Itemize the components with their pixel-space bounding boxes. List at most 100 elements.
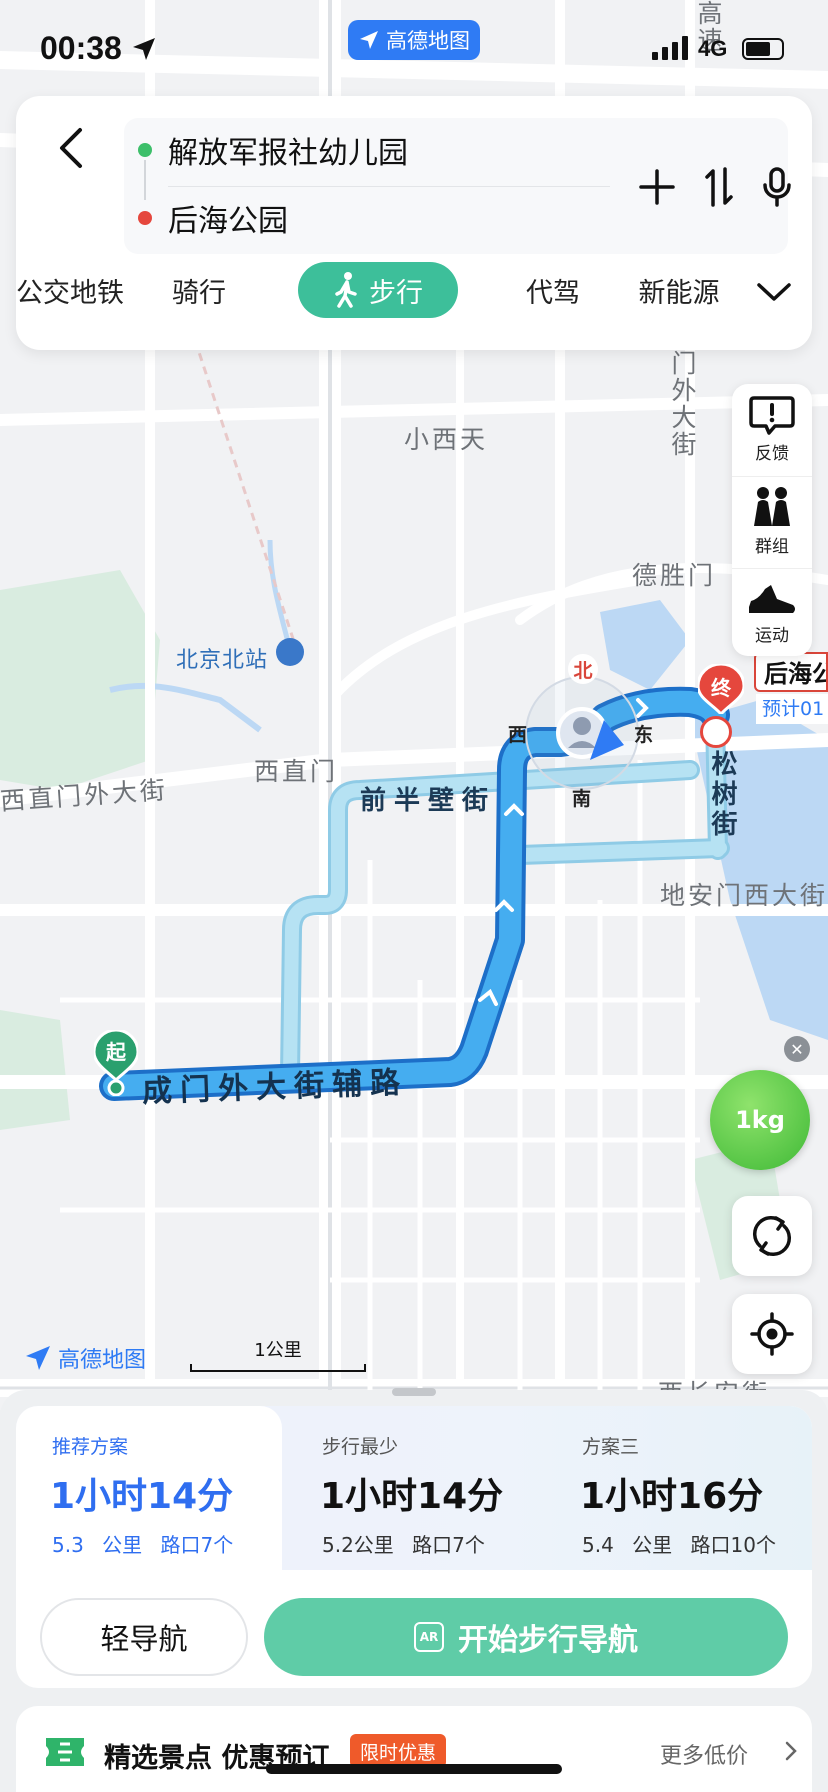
plan-duration: 1小时14分 [320, 1476, 504, 1517]
end-marker[interactable]: 终 [696, 662, 746, 717]
map-logo-text: 高德地图 [58, 1348, 147, 1373]
end-dot-icon [138, 211, 152, 225]
compass-south: 南 [572, 788, 592, 810]
road-label-qianbanbi: 前半壁街 [360, 786, 497, 816]
tab-cycling-label: 骑行 [172, 277, 226, 309]
carbon-value: 1kg [735, 1106, 785, 1134]
voice-input-button[interactable] [752, 162, 802, 212]
plan-distance: 5.4 公里 [582, 1533, 673, 1557]
map-label-deshengmenwai: 门外大街 [668, 350, 697, 458]
signal-icon [652, 36, 688, 60]
chevron-down-icon [757, 283, 791, 301]
group-button[interactable]: 群组 [732, 476, 812, 566]
swap-arrows-icon [705, 167, 733, 207]
plan-name: 推荐方案 [52, 1436, 129, 1458]
group-icon [754, 487, 790, 526]
status-bar: 00:38 高德地图 4G [0, 0, 828, 96]
plan-name: 步行最少 [322, 1436, 399, 1458]
promo-card[interactable]: 精选景点 优惠预订 限时优惠 更多低价 [16, 1706, 812, 1792]
start-marker-label: 起 [106, 1040, 126, 1064]
map-label-xizhimen: 西直门 [254, 757, 339, 786]
endpoints-box: 解放军报社幼儿园 后海公园 [124, 118, 791, 254]
locate-me-button[interactable] [732, 1294, 812, 1374]
group-label: 群组 [755, 537, 789, 557]
plan-option-3[interactable]: 方案三 1小时16分 5.4 公里 路口10个 [546, 1406, 812, 1570]
tab-cycling[interactable]: 骑行 [154, 262, 244, 318]
amap-arrow-icon [26, 1346, 50, 1370]
end-point-text: 后海公园 [168, 204, 288, 239]
sport-label: 运动 [755, 626, 789, 646]
app-badge-label: 高德地图 [386, 29, 470, 53]
destination-eta: 预计01 [756, 694, 828, 724]
plan-distance: 5.3 公里 [52, 1533, 143, 1557]
map-label-dianmen-west: 地安门西大街 [660, 881, 828, 910]
microphone-icon [763, 167, 791, 207]
tab-transit[interactable]: 公交地铁 [16, 262, 134, 318]
plan-name: 方案三 [582, 1436, 640, 1458]
map-view[interactable]: 小西天 德胜门 北京北站 西直门 西直门外大街 地安门西大街 西长安街 门外大街… [0, 0, 828, 1421]
start-marker[interactable]: 起 [92, 1028, 140, 1097]
crosshair-location-icon [750, 1312, 794, 1356]
metro-icon [700, 716, 732, 748]
sport-button[interactable]: 运动 [732, 568, 812, 658]
refresh-icon [752, 1215, 792, 1257]
plan-option-1[interactable]: 推荐方案 1小时14分 5.3 公里 路口7个 [16, 1406, 282, 1570]
status-time: 00:38 [40, 30, 157, 67]
carbon-close-button[interactable]: ✕ [784, 1036, 810, 1062]
location-arrow-icon [132, 38, 155, 60]
road-label-songshu: 松树街 [707, 750, 737, 840]
promo-tag: 限时优惠 [350, 1734, 447, 1768]
time-text: 00:38 [40, 30, 122, 66]
back-button[interactable] [46, 118, 96, 178]
tab-new-energy[interactable]: 新能源 [624, 262, 734, 318]
start-point-field[interactable]: 解放军报社幼儿园 [138, 120, 408, 180]
chevron-left-icon [60, 128, 82, 168]
plan-duration: 1小时16分 [580, 1476, 764, 1517]
plan-meta: 5.3 公里 路口7个 [52, 1529, 282, 1558]
plan-crossings: 路口10个 [690, 1533, 776, 1557]
road-label-fuchengmen: 成门外大街辅路 [141, 1065, 409, 1110]
divider [168, 186, 610, 187]
carbon-saving-badge[interactable]: 1kg [710, 1070, 810, 1170]
lite-nav-label: 轻导航 [100, 1622, 188, 1656]
add-stop-button[interactable] [632, 162, 682, 212]
chevron-right-icon [785, 1741, 797, 1761]
tab-transit-label: 公交地铁 [16, 277, 124, 309]
plan-option-2[interactable]: 步行最少 1小时14分 5.2公里 路口7个 [286, 1406, 552, 1570]
app-badge[interactable]: 高德地图 [348, 20, 480, 60]
start-walking-navigation-button[interactable]: AR 开始步行导航 [264, 1598, 788, 1676]
tab-new-energy-label: 新能源 [638, 277, 720, 309]
feedback-icon [749, 395, 795, 435]
railway-station-icon [276, 638, 304, 666]
tab-chauffeur[interactable]: 代驾 [508, 262, 598, 318]
refresh-route-button[interactable] [732, 1196, 812, 1276]
ticket-icon [46, 1738, 84, 1766]
walking-person-icon [335, 272, 357, 308]
map-logo: 高德地图 [24, 1342, 146, 1374]
map-label-xiaoxitian: 小西天 [404, 425, 489, 454]
expand-modes-button[interactable] [754, 272, 794, 312]
sheet-grabber[interactable] [392, 1388, 436, 1396]
scale-bar [190, 1364, 366, 1372]
lite-navigation-button[interactable]: 轻导航 [40, 1598, 248, 1676]
map-label-beijing-north: 北京北站 [176, 648, 269, 673]
side-toolbar: 反馈 群组 运动 [732, 384, 812, 656]
tab-walking[interactable]: 步行 [298, 262, 458, 318]
swap-button[interactable] [694, 162, 744, 212]
ar-icon: AR [414, 1622, 444, 1652]
network-type: 4G [698, 36, 728, 61]
sport-shoe-icon [749, 585, 795, 613]
compass-west: 西 [508, 724, 528, 746]
destination-label[interactable]: 后海公 [754, 652, 828, 692]
start-point-text: 解放军报社幼儿园 [168, 136, 408, 171]
map-label-deshengmen: 德胜门 [632, 561, 717, 590]
end-point-field[interactable]: 后海公园 [138, 188, 288, 248]
promo-more-link[interactable]: 更多低价 [660, 1738, 748, 1770]
map-scale: 1公里 [190, 1336, 366, 1372]
route-plans-card: 推荐方案 1小时14分 5.3 公里 路口7个 步行最少 1小时14分 5.2公… [16, 1406, 812, 1688]
plan-crossings: 路口7个 [412, 1533, 485, 1557]
transport-mode-tabs: 公交地铁 骑行 步行 代驾 新能源 [16, 262, 812, 324]
feedback-button[interactable]: 反馈 [732, 384, 812, 474]
plan-duration: 1小时14分 [50, 1476, 234, 1517]
home-indicator [266, 1764, 562, 1774]
